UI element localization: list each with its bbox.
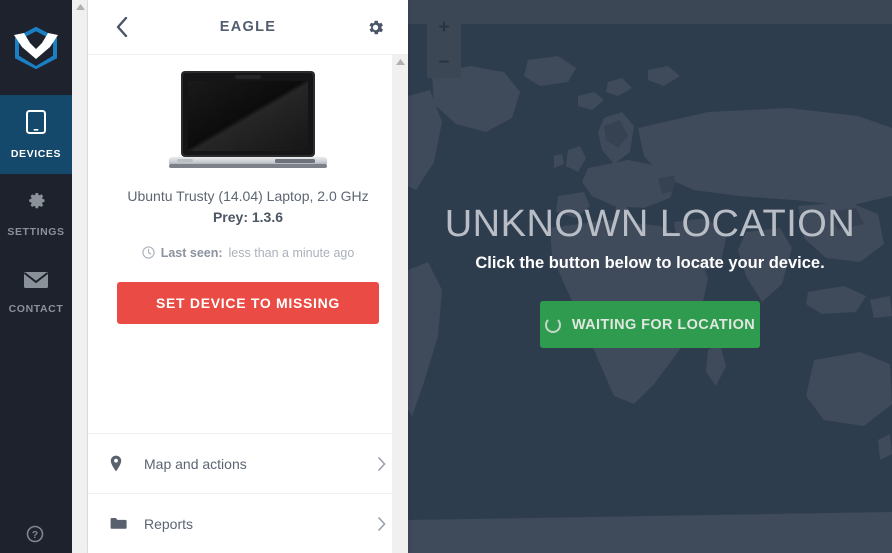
device-agent-version: Prey: 1.3.6 bbox=[212, 208, 284, 225]
app-root: + – UNKNOWN LOCATION Click the button be… bbox=[0, 0, 892, 553]
panel-scrollbar[interactable] bbox=[392, 55, 408, 553]
last-seen-label: Last seen: bbox=[160, 245, 223, 260]
set-device-to-missing-button[interactable]: SET DEVICE TO MISSING bbox=[117, 281, 379, 324]
folder-icon bbox=[110, 517, 136, 530]
scroll-up-arrow-icon[interactable] bbox=[392, 55, 408, 69]
sidebar-item-label: CONTACT bbox=[8, 303, 64, 315]
unknown-location-title: UNKNOWN LOCATION bbox=[444, 202, 856, 245]
panel-menu: Map and actions Reports bbox=[88, 433, 408, 553]
panel-header: EAGLE bbox=[88, 0, 408, 55]
gear-icon bbox=[24, 189, 48, 218]
waiting-for-location-button[interactable]: WAITING FOR LOCATION bbox=[540, 301, 760, 349]
page-title: EAGLE bbox=[219, 19, 277, 35]
menu-item-reports[interactable]: Reports bbox=[88, 493, 408, 553]
laptop-image bbox=[163, 67, 333, 177]
chevron-right-icon bbox=[378, 456, 386, 471]
device-name: Ubuntu Trusty (14.04) Laptop, 2.0 GHz bbox=[127, 188, 369, 204]
sidebar-item-contact[interactable]: CONTACT bbox=[0, 253, 72, 332]
menu-item-map-and-actions[interactable]: Map and actions bbox=[88, 433, 408, 493]
menu-item-label: Map and actions bbox=[144, 455, 247, 472]
main-sidebar: DEVICES SETTINGS CONTACT ? bbox=[0, 0, 72, 553]
zoom-out-button[interactable]: – bbox=[427, 44, 461, 78]
back-button[interactable] bbox=[106, 12, 136, 42]
map-zoom-controls: + – bbox=[427, 10, 461, 78]
zoom-in-button[interactable]: + bbox=[427, 10, 461, 44]
device-tablet-icon bbox=[25, 109, 47, 140]
sidebar-item-devices[interactable]: DEVICES bbox=[0, 95, 72, 174]
page-scrollbar[interactable] bbox=[72, 0, 88, 553]
last-seen-value: less than a minute ago bbox=[228, 245, 355, 260]
gear-icon[interactable] bbox=[360, 12, 390, 42]
spinner-icon bbox=[544, 316, 561, 333]
menu-item-label: Reports bbox=[144, 515, 194, 532]
map-pin-icon bbox=[110, 455, 136, 472]
clock-icon bbox=[142, 246, 155, 260]
panel-body: Ubuntu Trusty (14.04) Laptop, 2.0 GHz Pr… bbox=[88, 55, 408, 553]
unknown-location-subtitle: Click the button below to locate your de… bbox=[475, 254, 825, 273]
device-summary: Ubuntu Trusty (14.04) Laptop, 2.0 GHz Pr… bbox=[88, 55, 408, 324]
envelope-icon bbox=[23, 270, 49, 295]
help-circle-icon[interactable]: ? bbox=[26, 525, 44, 543]
waiting-for-location-label: WAITING FOR LOCATION bbox=[571, 316, 756, 333]
last-seen-row: Last seen: less than a minute ago bbox=[104, 246, 392, 260]
sidebar-item-label: DEVICES bbox=[10, 148, 62, 160]
sidebar-item-label: SETTINGS bbox=[7, 226, 65, 238]
scroll-up-arrow-icon[interactable] bbox=[72, 0, 88, 14]
chevron-right-icon bbox=[378, 516, 386, 531]
sidebar-item-settings[interactable]: SETTINGS bbox=[0, 174, 72, 253]
map-top-bar bbox=[408, 0, 892, 24]
svg-text:?: ? bbox=[32, 529, 38, 541]
device-detail-panel: EAGLE Ubuntu Trusty (14.04) Laptop, 2.0 … bbox=[88, 0, 408, 553]
prey-logo[interactable] bbox=[0, 0, 72, 95]
